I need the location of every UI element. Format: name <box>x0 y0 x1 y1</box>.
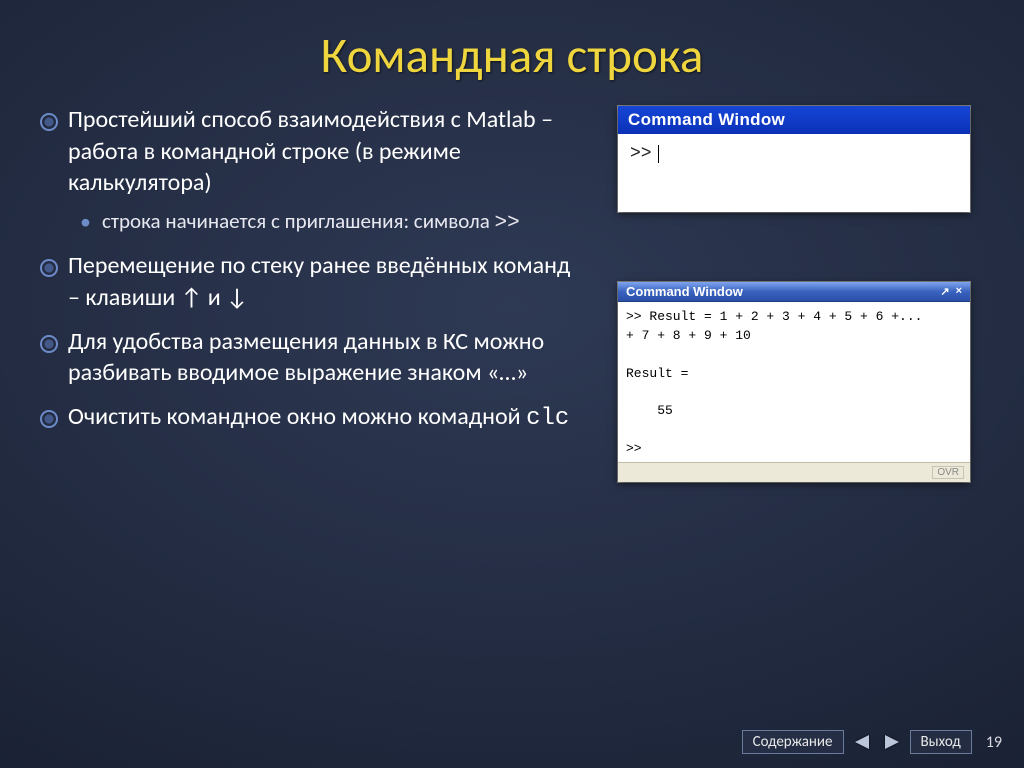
clc-command: clc <box>526 405 569 432</box>
command-window-2-body: >> Result = 1 + 2 + 3 + 4 + 5 + 6 +... +… <box>618 302 970 462</box>
undock-icon: ↗ <box>940 285 949 298</box>
bullet-3: Для удобства размещения данных в КС можн… <box>36 326 574 389</box>
images-column: Command Window >> Command Window ↗ × >> … <box>580 104 990 447</box>
command-window-2: Command Window ↗ × >> Result = 1 + 2 + 3… <box>618 282 970 482</box>
sub-bullet-list: строка начинается с приглашения: символа… <box>68 207 574 238</box>
sub-bullet-1: строка начинается с приглашения: символа… <box>68 207 574 238</box>
command-window-2-statusbar: OVR <box>618 462 970 482</box>
slide-content: Простейший способ взаимодействия с Matla… <box>0 86 1024 447</box>
sub-bullet-text: строка начинается с приглашения: символа <box>102 208 495 234</box>
exit-button[interactable]: Выход <box>910 730 972 754</box>
bullet-2-text: Перемещение по стеку ранее введённых ком… <box>68 251 570 312</box>
command-window-1-title: Command Window <box>618 106 970 134</box>
slide-footer: Содержание Выход 19 <box>742 730 1002 754</box>
bullet-4: Очистить командное окно можно комадной c… <box>36 401 574 435</box>
command-window-1-body: >> <box>618 134 970 174</box>
prev-slide-icon[interactable] <box>854 733 872 751</box>
bullet-1: Простейший способ взаимодействия с Matla… <box>36 104 574 238</box>
command-window-2-titlebar: Command Window ↗ × <box>618 282 970 302</box>
text-column: Простейший способ взаимодействия с Matla… <box>0 104 580 447</box>
command-window-2-buttons: ↗ × <box>940 285 962 298</box>
page-number: 19 <box>986 733 1002 752</box>
bullet-2: Перемещение по стеку ранее введённых ком… <box>36 250 574 313</box>
bullet-list: Простейший способ взаимодействия с Matla… <box>36 104 574 435</box>
command-window-1-prompt: >> <box>630 144 652 164</box>
bullet-1-text: Простейший способ взаимодействия с Matla… <box>68 105 553 197</box>
ovr-indicator: OVR <box>932 466 964 479</box>
prompt-symbol: >> <box>495 212 520 235</box>
command-window-2-title: Command Window <box>626 284 743 299</box>
bullet-3-text: Для удобства размещения данных в КС можн… <box>68 327 544 388</box>
contents-button[interactable]: Содержание <box>742 730 844 754</box>
text-cursor-icon <box>658 145 659 163</box>
next-slide-icon[interactable] <box>882 733 900 751</box>
slide-title: Командная строка <box>0 0 1024 86</box>
bullet-4-text: Очистить командное окно можно комадной <box>68 402 526 431</box>
close-icon: × <box>956 285 962 298</box>
command-window-1: Command Window >> <box>618 106 970 212</box>
